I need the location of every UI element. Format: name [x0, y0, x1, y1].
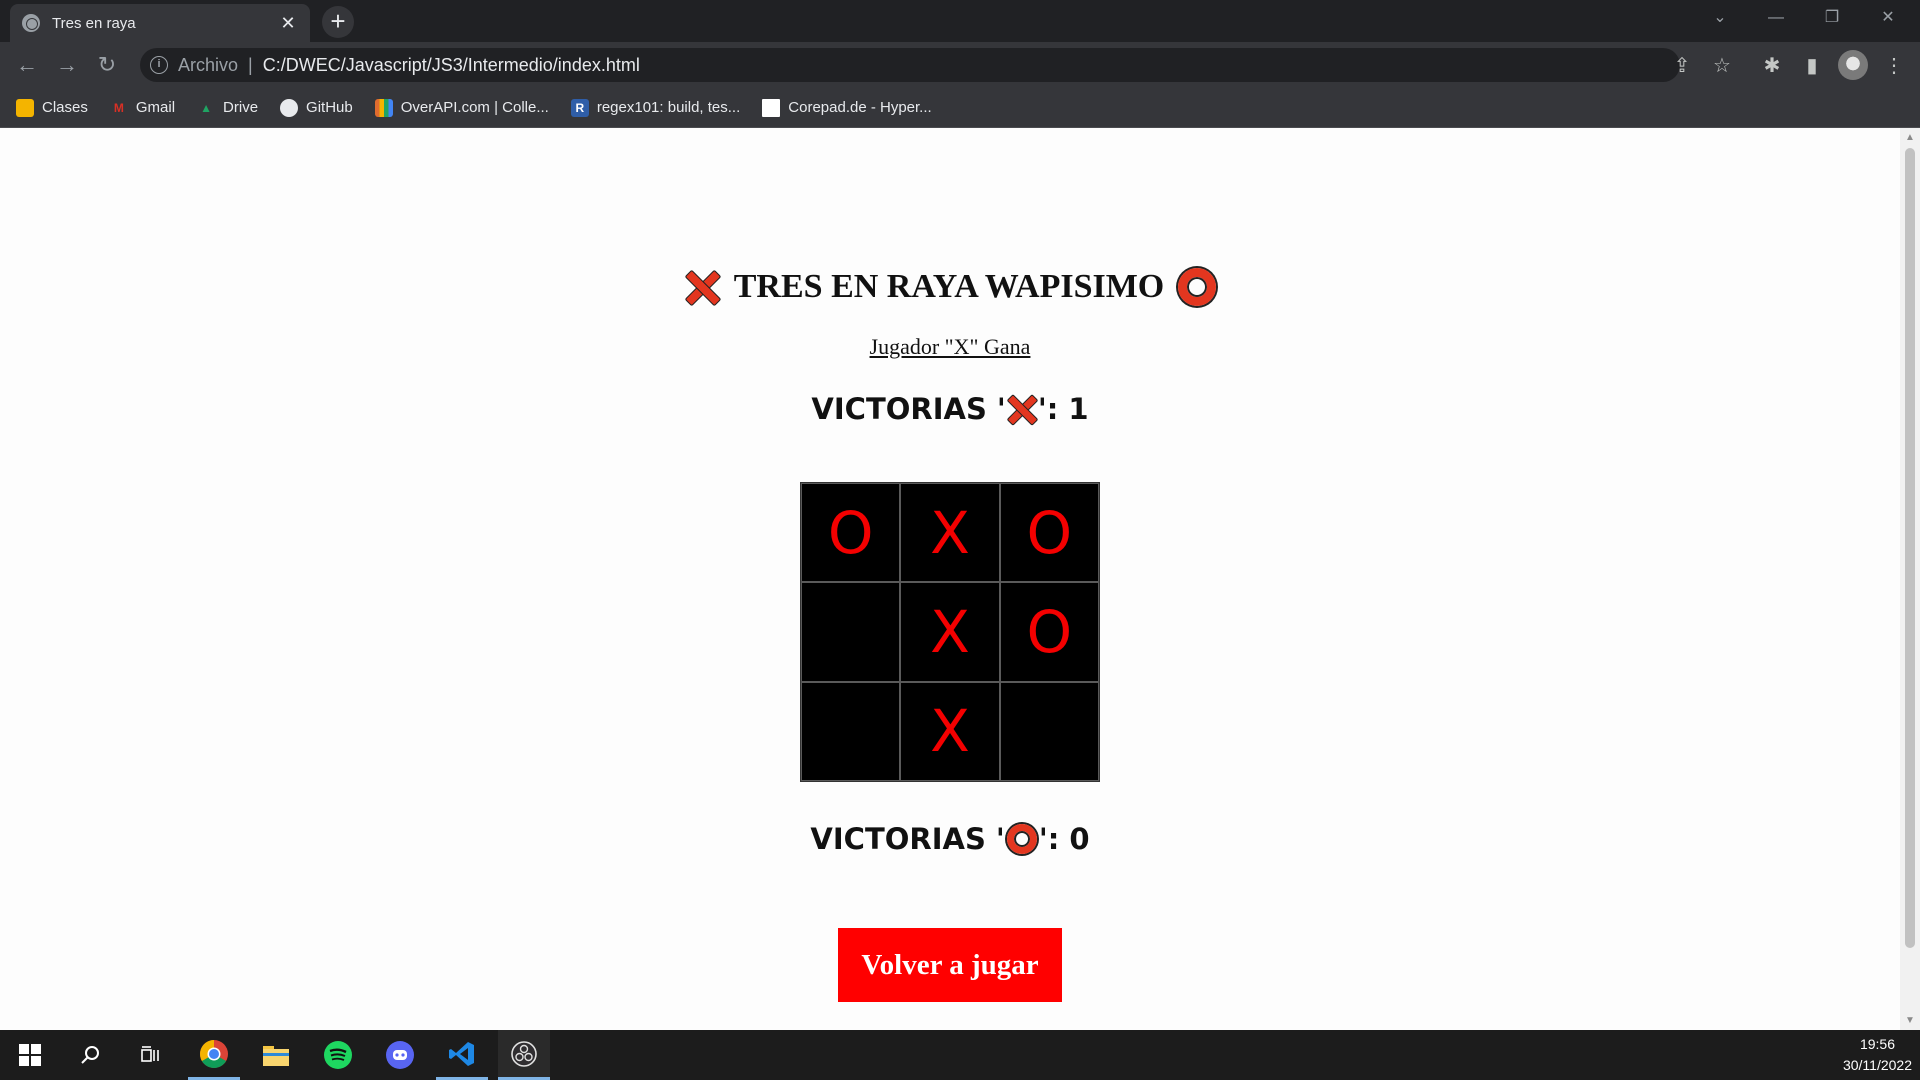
restore-button[interactable]: ❐	[1804, 0, 1860, 36]
bookmark-gmail[interactable]: M Gmail	[110, 99, 175, 117]
task-view-icon[interactable]	[124, 1030, 176, 1080]
windows-taskbar: 19:56 30/11/2022	[0, 1030, 1920, 1080]
bookmark-label: Gmail	[135, 99, 176, 116]
bookmark-label: Corepad.de - Hyper...	[788, 99, 932, 116]
hollow-circle-icon	[1178, 268, 1217, 306]
search-icon[interactable]	[64, 1030, 116, 1080]
board-cell[interactable]: X	[900, 582, 1000, 682]
discord-icon[interactable]	[374, 1030, 426, 1080]
close-window-button[interactable]: ✕	[1860, 0, 1916, 36]
regex101-icon: R	[570, 98, 589, 117]
game-status: Jugador "X" Gana	[869, 334, 1031, 359]
spotify-icon[interactable]	[312, 1030, 364, 1080]
overapi-icon	[374, 98, 393, 117]
tab-search-icon[interactable]: ⌄	[1692, 0, 1748, 36]
bookmark-label: GitHub	[306, 99, 353, 116]
bookmark-github[interactable]: GitHub	[280, 98, 353, 117]
bookmark-corepad[interactable]: Corepad.de - Hyper...	[762, 98, 932, 117]
share-icon[interactable]: ⇪	[1668, 52, 1696, 80]
bookmark-star-icon[interactable]: ☆	[1708, 52, 1736, 80]
hollow-circle-icon	[1006, 824, 1037, 854]
wins-o-suffix: ': 0	[1038, 822, 1090, 856]
board-cell[interactable]: X	[900, 681, 1000, 781]
address-scheme: Archivo	[178, 54, 239, 75]
bookmarks-bar: Clases M Gmail ▲ Drive GitHub OverAPI.co…	[0, 88, 1920, 128]
drive-icon: ▲	[200, 100, 212, 115]
windows-start-icon[interactable]	[4, 1030, 56, 1080]
reload-button[interactable]: ↻	[92, 50, 122, 80]
close-tab-icon[interactable]: ✕	[278, 13, 298, 34]
game-title: TRES EN RAYA WAPISIMO	[733, 268, 1165, 305]
board-cell[interactable]: O	[801, 483, 901, 583]
address-bar[interactable]: i Archivo | C:/DWEC/Javascript/JS3/Inter…	[140, 48, 1680, 82]
wins-o-prefix: VICTORIAS '	[810, 822, 1005, 856]
address-url[interactable]: C:/DWEC/Javascript/JS3/Intermedio/index.…	[263, 55, 640, 76]
board-cell[interactable]	[801, 681, 901, 781]
minimize-button[interactable]: —	[1748, 0, 1804, 36]
clock-date: 30/11/2022	[1842, 1057, 1912, 1073]
vscode-icon[interactable]	[436, 1030, 488, 1080]
cross-mark-icon	[684, 269, 720, 305]
extensions-icon[interactable]: ✱	[1758, 52, 1786, 80]
bookmark-regex101[interactable]: R regex101: build, tes...	[570, 98, 741, 117]
bookmark-label: regex101: build, tes...	[596, 99, 741, 116]
clock-time: 19:56	[1859, 1036, 1895, 1052]
cross-mark-icon	[1008, 395, 1036, 423]
info-icon[interactable]: i	[150, 56, 168, 74]
board-cell[interactable]: X	[900, 483, 1000, 583]
forward-button[interactable]: →	[52, 50, 82, 80]
board-cell[interactable]	[999, 681, 1099, 781]
github-icon	[280, 98, 299, 117]
browser-tab[interactable]: Tres en raya ✕	[10, 4, 310, 42]
chrome-icon[interactable]	[188, 1030, 240, 1080]
wins-o-counter: VICTORIAS ' ': 0	[0, 822, 1900, 856]
bookmark-overapi[interactable]: OverAPI.com | Colle...	[374, 98, 549, 117]
bookmark-label: OverAPI.com | Colle...	[400, 99, 549, 116]
obs-icon[interactable]	[498, 1030, 550, 1080]
bookmark-drive[interactable]: ▲ Drive	[197, 99, 258, 117]
file-explorer-icon[interactable]	[250, 1030, 302, 1080]
classroom-icon	[16, 98, 34, 117]
system-clock[interactable]: 19:56 30/11/2022	[1843, 1034, 1912, 1076]
scroll-up-arrow-icon[interactable]: ▲	[1905, 132, 1915, 143]
scroll-down-arrow-icon[interactable]: ▼	[1905, 1015, 1915, 1026]
bookmark-label: Clases	[42, 99, 88, 116]
page-content: TRES EN RAYA WAPISIMO Jugador "X" Gana V…	[0, 128, 1900, 1030]
address-separator: |	[248, 54, 253, 75]
wins-x-prefix: VICTORIAS '	[811, 392, 1006, 426]
new-tab-button[interactable]: +	[322, 6, 354, 38]
page-scrollbar[interactable]: ▲ ▼	[1900, 128, 1920, 1030]
gmail-icon: M	[113, 100, 124, 115]
tab-strip: Tres en raya ✕ + ⌄ — ❐ ✕	[0, 0, 1920, 42]
side-panel-icon[interactable]: ▮	[1798, 52, 1826, 80]
bookmark-label: Drive	[223, 99, 259, 116]
tab-title: Tres en raya	[52, 14, 136, 32]
browser-toolbar: ← → ↻ i Archivo | C:/DWEC/Javascript/JS3…	[0, 42, 1920, 88]
board-cell[interactable]	[801, 582, 901, 682]
wins-x-counter: VICTORIAS ' ': 1	[0, 392, 1900, 426]
scrollbar-thumb[interactable]	[1905, 148, 1915, 948]
game-board: O X O X O X	[800, 482, 1100, 782]
play-again-button[interactable]: Volver a jugar	[838, 928, 1062, 1002]
board-cell[interactable]: O	[999, 483, 1099, 583]
board-cell[interactable]: O	[999, 582, 1099, 682]
profile-avatar[interactable]	[1838, 50, 1868, 80]
wins-x-suffix: ': 1	[1037, 392, 1089, 426]
corepad-icon	[762, 98, 781, 117]
back-button[interactable]: ←	[12, 50, 42, 80]
globe-icon	[22, 14, 40, 32]
menu-icon[interactable]: ⋮	[1880, 52, 1908, 80]
page-title: TRES EN RAYA WAPISIMO	[0, 268, 1900, 306]
bookmark-clases[interactable]: Clases	[16, 98, 88, 117]
